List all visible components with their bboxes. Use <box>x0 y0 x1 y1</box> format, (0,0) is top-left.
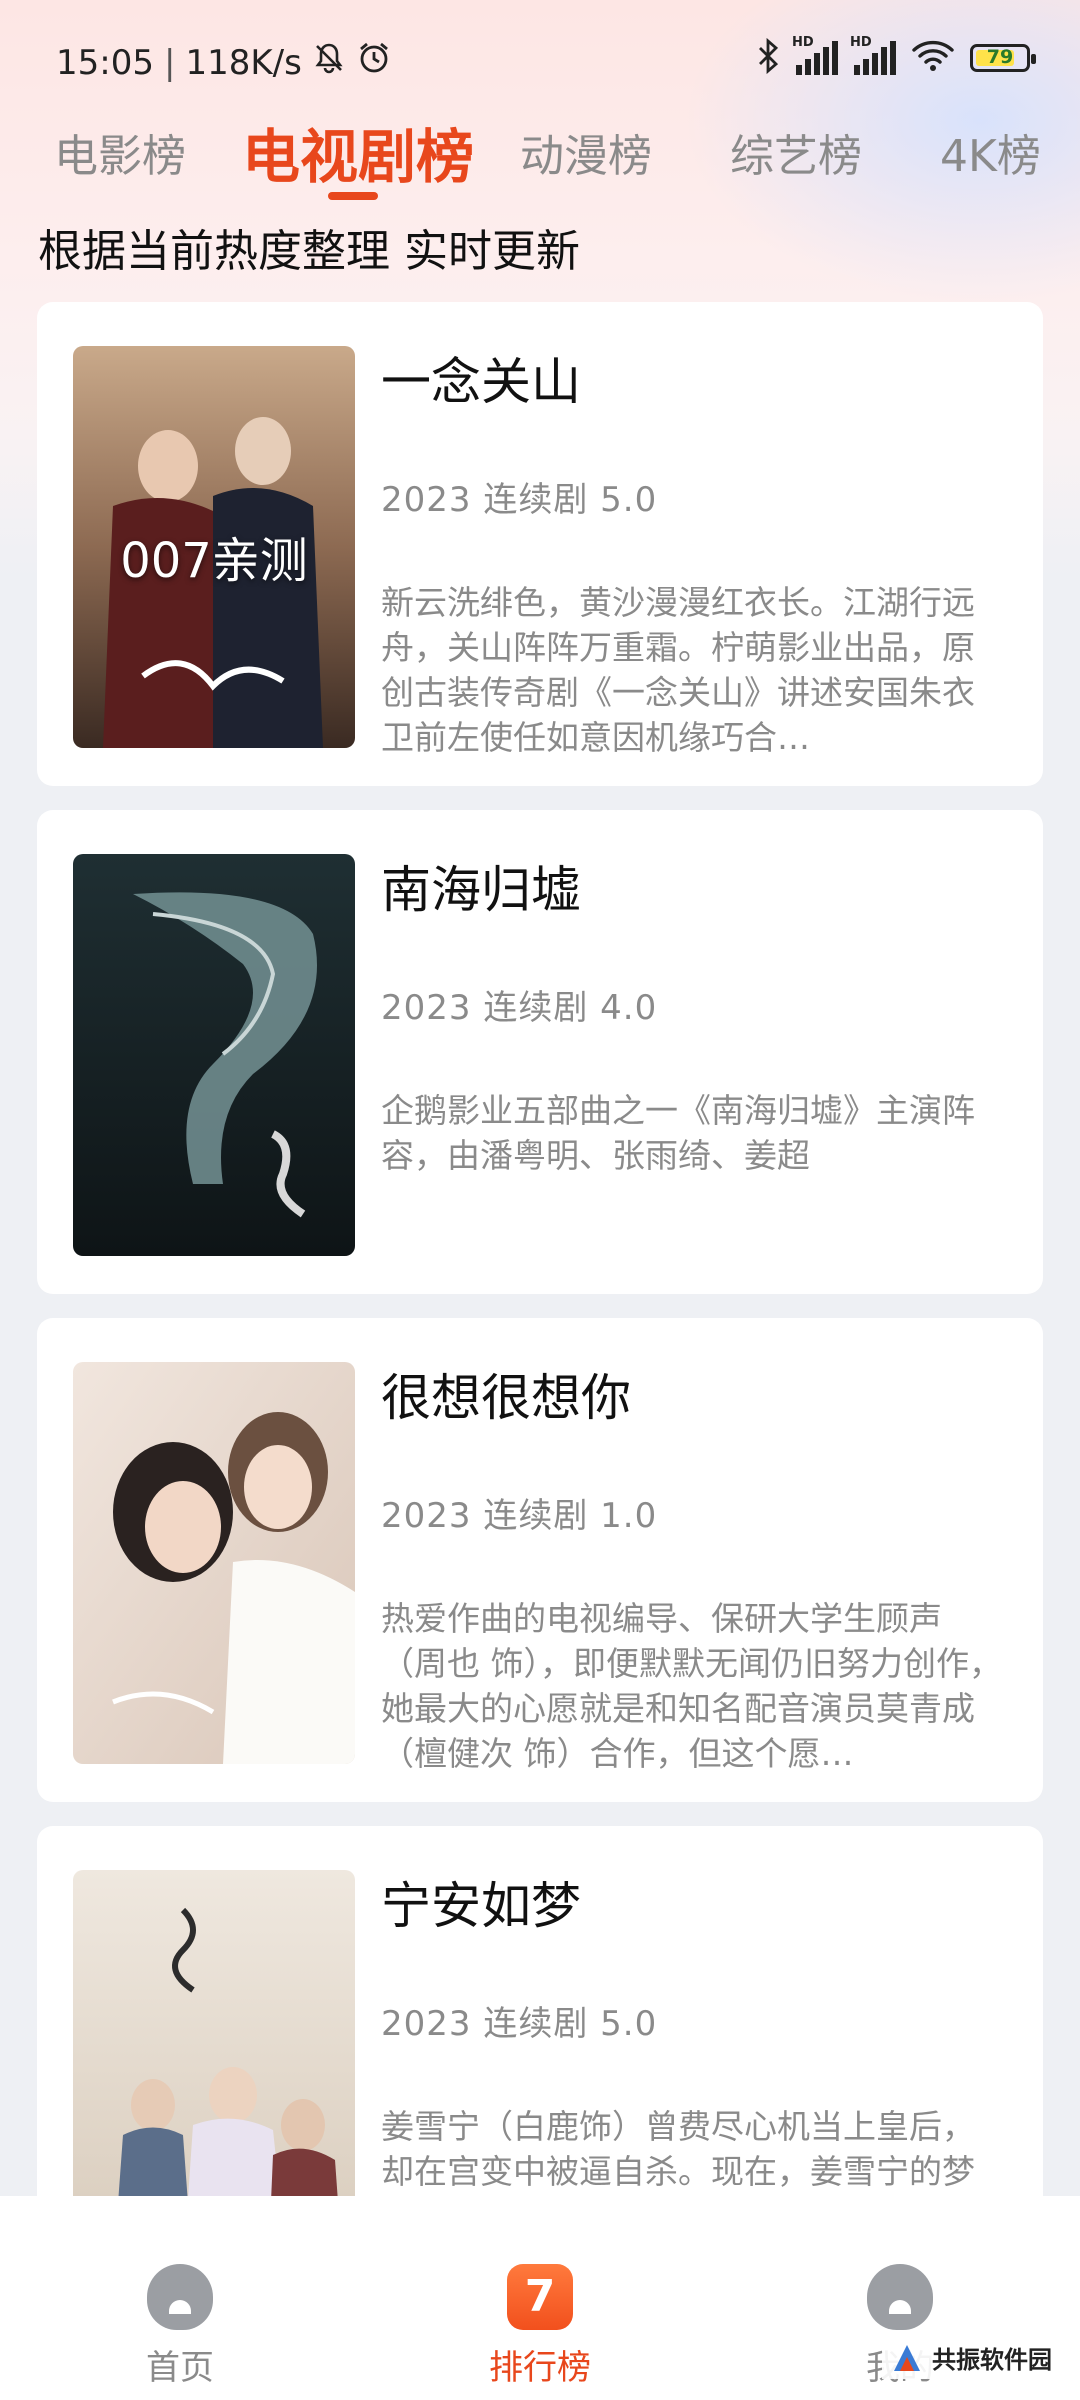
signal-1-icon: HD <box>792 35 838 75</box>
list-item[interactable]: 很想很想你 2023 连续剧 1.0 热爱作曲的电视编导、保研大学生顾声（周也 … <box>37 1318 1043 1802</box>
item-description: 热爱作曲的电视编导、保研大学生顾声（周也 饰），即便默默无闻仍旧努力创作，她最大… <box>381 1599 1002 1773</box>
profile-ghost-icon <box>867 2264 933 2330</box>
wifi-icon <box>912 39 954 77</box>
item-meta: 2023 连续剧 4.0 <box>381 988 658 1028</box>
rank-7-icon: 7 <box>507 2264 573 2330</box>
tab-tv-series[interactable]: 电视剧榜 <box>242 110 474 194</box>
list-subtitle: 根据当前热度整理 实时更新 <box>38 226 580 277</box>
site-watermark: 共振软件园 <box>882 2336 1060 2379</box>
mute-bell-icon <box>312 41 346 84</box>
item-meta: 2023 连续剧 5.0 <box>381 480 658 520</box>
item-description: 新云洗绯色，黄沙漫漫红衣长。江湖行远舟，关山阵阵万重霜。柠萌影业出品，原创古装传… <box>381 583 975 757</box>
alarm-clock-icon <box>356 40 392 85</box>
bluetooth-icon <box>756 37 780 78</box>
network-speed: 118K/s <box>185 42 302 83</box>
home-ghost-icon <box>147 2264 213 2330</box>
battery-icon: 79 <box>970 44 1036 72</box>
poster-image <box>73 1362 355 1764</box>
ranking-list: 007亲测 一念关山 2023 连续剧 5.0 新云洗绯色，黄沙漫漫红衣长。江湖… <box>37 302 1043 2334</box>
tab-movies[interactable]: 电影榜 <box>54 120 186 184</box>
poster-watermark-text: 007亲测 <box>120 533 308 589</box>
nav-home-label: 首页 <box>146 2348 214 2388</box>
item-meta: 2023 连续剧 5.0 <box>381 2004 658 2044</box>
tab-variety[interactable]: 综艺榜 <box>730 120 862 184</box>
item-title: 很想很想你 <box>381 1369 631 1427</box>
item-title: 南海归墟 <box>381 861 581 919</box>
status-separator: | <box>163 42 176 83</box>
item-meta: 2023 连续剧 1.0 <box>381 1496 658 1536</box>
nav-ranking[interactable]: 7 排行榜 <box>440 2196 640 2389</box>
list-item[interactable]: 南海归墟 2023 连续剧 4.0 企鹅影业五部曲之一《南海归墟》主演阵容，由潘… <box>37 810 1043 1294</box>
tab-anime[interactable]: 动漫榜 <box>520 120 652 184</box>
item-description: 企鹅影业五部曲之一《南海归墟》主演阵容，由潘粤明、张雨绮、姜超 <box>381 1091 975 1175</box>
battery-percent: 79 <box>986 46 1014 68</box>
status-bar: 15:05 | 118K/s HD HD 79 <box>0 0 1080 120</box>
item-title: 宁安如梦 <box>381 1877 581 1935</box>
watermark-logo-icon <box>894 2344 920 2371</box>
poster-image: 007亲测 <box>73 346 355 748</box>
nav-home[interactable]: 首页 <box>80 2196 280 2389</box>
status-right: HD HD 79 <box>756 35 1036 78</box>
watermark-text: 共振软件园 <box>932 2346 1052 2374</box>
poster-image <box>73 854 355 1256</box>
status-left: 15:05 | 118K/s <box>56 40 392 85</box>
clock: 15:05 <box>56 42 154 83</box>
nav-ranking-label: 排行榜 <box>489 2348 591 2388</box>
active-tab-indicator <box>328 192 378 200</box>
tab-4k[interactable]: 4K榜 <box>940 120 1041 184</box>
item-title: 一念关山 <box>381 353 581 411</box>
category-tabs: 电影榜 电视剧榜 动漫榜 综艺榜 4K榜 <box>0 110 1080 210</box>
list-item[interactable]: 007亲测 一念关山 2023 连续剧 5.0 新云洗绯色，黄沙漫漫红衣长。江湖… <box>37 302 1043 786</box>
signal-2-icon: HD <box>850 35 896 75</box>
